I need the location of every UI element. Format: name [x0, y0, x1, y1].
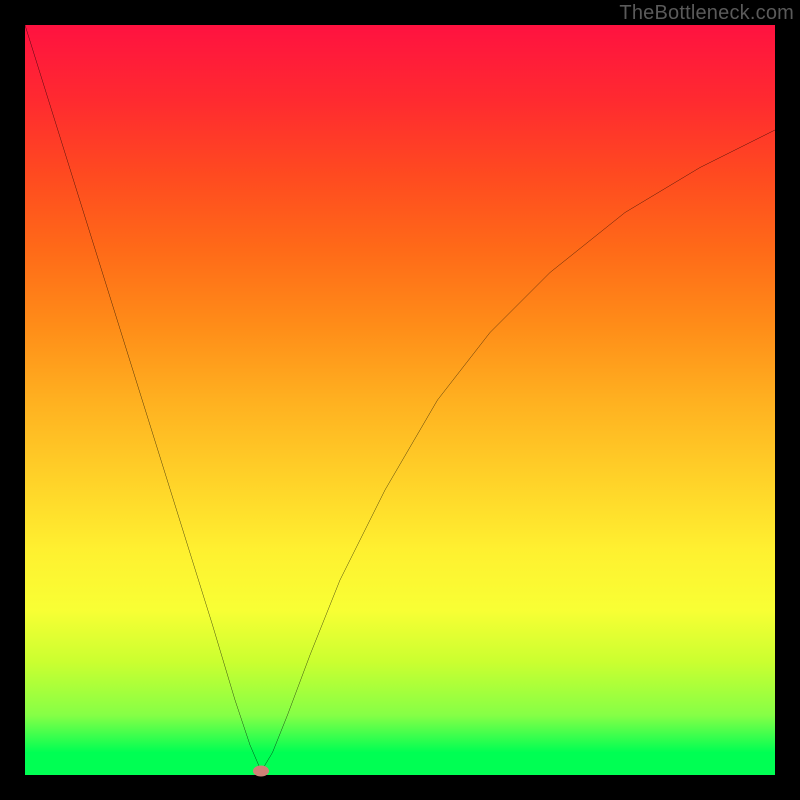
plot-area: [25, 25, 775, 775]
curve-path: [25, 25, 775, 771]
chart-frame: TheBottleneck.com: [0, 0, 800, 800]
min-marker: [253, 766, 269, 777]
watermark-text: TheBottleneck.com: [619, 2, 794, 25]
bottleneck-curve: [25, 25, 775, 775]
